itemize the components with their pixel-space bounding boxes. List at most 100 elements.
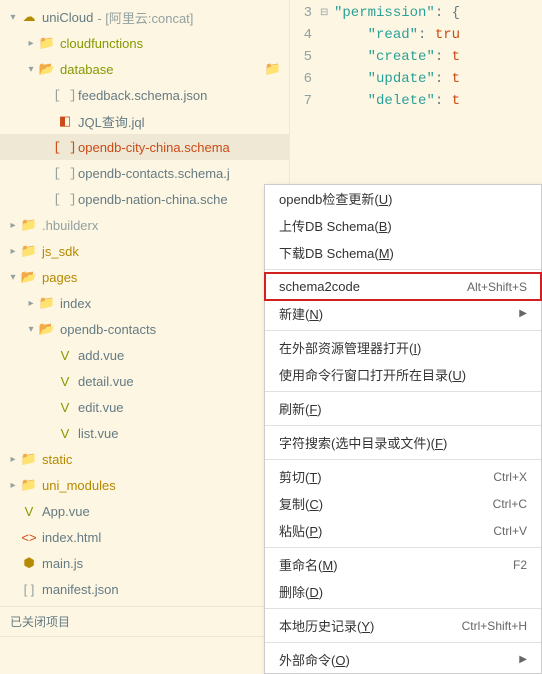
tree-item-selected[interactable]: [ ] opendb-city-china.schema: [0, 134, 289, 160]
tree-label: database: [60, 62, 114, 77]
tree-item[interactable]: V detail.vue: [0, 368, 289, 394]
menu-item[interactable]: 使用命令行窗口打开所在目录(U): [265, 361, 541, 388]
chevron-right-icon: ▸: [6, 246, 20, 257]
tree-item[interactable]: [ ] opendb-nation-china.sche: [0, 186, 289, 212]
tree-label: pages: [42, 270, 77, 285]
menu-item[interactable]: 上传DB Schema(B): [265, 212, 541, 239]
tree-label: cloudfunctions: [60, 36, 143, 51]
line-number: 5: [290, 49, 320, 65]
menu-separator: [265, 330, 541, 331]
tree-item[interactable]: ▾ 📂 opendb-contacts: [0, 316, 289, 342]
menu-separator: [265, 459, 541, 460]
fold-icon[interactable]: ⊟: [320, 7, 334, 19]
folder-icon: 📁: [38, 35, 56, 51]
menu-item-label: 使用命令行窗口打开所在目录(U): [279, 365, 466, 384]
menu-item-label: 字符搜索(选中目录或文件)(F): [279, 433, 447, 452]
menu-item[interactable]: 复制(C) Ctrl+C: [265, 490, 541, 517]
menu-item[interactable]: 在外部资源管理器打开(I): [265, 334, 541, 361]
chevron-right-icon: ▸: [6, 454, 20, 465]
tree-item[interactable]: V edit.vue: [0, 394, 289, 420]
tree-item[interactable]: [ ] opendb-contacts.schema.j: [0, 160, 289, 186]
menu-item[interactable]: 外部命令(O)▶: [265, 646, 541, 673]
menu-item[interactable]: 粘贴(P)Ctrl+V: [265, 517, 541, 544]
tree-label: JQL查询.jql: [78, 112, 144, 131]
tree-label: opendb-city-china.schema: [78, 140, 230, 155]
tree-item[interactable]: ▸ 📁 uni_modules: [0, 472, 289, 498]
menu-shortcut: Ctrl+Shift+H: [462, 619, 527, 633]
tree-root-extra: - [阿里云:concat]: [97, 8, 193, 27]
tree-item[interactable]: <> index.html: [0, 524, 289, 550]
tree-label: opendb-nation-china.sche: [78, 192, 228, 207]
tree-item[interactable]: [ ] feedback.schema.json: [0, 82, 289, 108]
menu-item[interactable]: 刷新(F): [265, 395, 541, 422]
tree-label: js_sdk: [42, 244, 79, 259]
menu-item-label: 复制(C): [279, 494, 323, 513]
tree-item[interactable]: ⬢ main.js: [0, 550, 289, 576]
tree-item[interactable]: ▸ 📁 js_sdk: [0, 238, 289, 264]
folder-icon: 📁: [38, 295, 56, 311]
chevron-down-icon: ▾: [24, 64, 38, 75]
menu-item[interactable]: schema2code Alt+Shift+S: [265, 273, 541, 300]
pin-icon: 📁: [265, 61, 281, 77]
tree-label: uniCloud: [42, 10, 93, 25]
menu-item-label: 在外部资源管理器打开(I): [279, 338, 421, 357]
line-number: 3: [290, 5, 320, 21]
menu-item-label: opendb检查更新(U): [279, 189, 392, 208]
chevron-down-icon: ▾: [6, 272, 20, 283]
tree-label: static: [42, 452, 72, 467]
closed-projects-label[interactable]: 已关闭项目: [0, 606, 289, 636]
folder-open-icon: 📂: [38, 61, 56, 77]
tree-item[interactable]: [ ] manifest.json: [0, 576, 289, 602]
menu-item[interactable]: 新建(N) ▶: [265, 300, 541, 327]
menu-item-label: 下载DB Schema(M): [279, 243, 394, 262]
menu-shortcut: F2: [513, 558, 527, 572]
chevron-right-icon: ▸: [24, 38, 38, 49]
submenu-arrow-icon: ▶: [519, 308, 527, 319]
menu-separator: [265, 608, 541, 609]
tree-item[interactable]: ▾ 📂 database 📁: [0, 56, 289, 82]
folder-open-icon: 📂: [20, 269, 38, 285]
submenu-arrow-icon: ▶: [519, 654, 527, 665]
html-file-icon: <>: [20, 530, 38, 545]
menu-shortcut: Ctrl+C: [493, 497, 527, 511]
tree-label: feedback.schema.json: [78, 88, 207, 103]
tree-label: add.vue: [78, 348, 124, 363]
json-file-icon: [ ]: [56, 166, 74, 181]
tree-item[interactable]: ▾ 📂 pages: [0, 264, 289, 290]
tree-root[interactable]: ▾ ☁ uniCloud - [阿里云:concat]: [0, 4, 289, 30]
tree-item[interactable]: V App.vue: [0, 498, 289, 524]
menu-item[interactable]: opendb检查更新(U): [265, 185, 541, 212]
menu-item[interactable]: 本地历史记录(Y) Ctrl+Shift+H: [265, 612, 541, 639]
menu-item[interactable]: 字符搜索(选中目录或文件)(F): [265, 429, 541, 456]
tree-label: index.html: [42, 530, 101, 545]
json-file-icon: [ ]: [56, 192, 74, 207]
menu-item-label: schema2code: [279, 279, 360, 294]
menu-item[interactable]: 剪切(T)Ctrl+X: [265, 463, 541, 490]
line-number: 4: [290, 27, 320, 43]
file-tree: ▾ ☁ uniCloud - [阿里云:concat] ▸ 📁 cloudfun…: [0, 0, 289, 606]
menu-shortcut: Alt+Shift+S: [467, 280, 527, 294]
tree-item[interactable]: ▸ 📁 cloudfunctions: [0, 30, 289, 56]
json-file-icon: [ ]: [56, 88, 74, 103]
vue-file-icon: V: [20, 504, 38, 519]
tree-item[interactable]: ▸ 📁 index: [0, 290, 289, 316]
tree-label: detail.vue: [78, 374, 134, 389]
tree-item[interactable]: V add.vue: [0, 342, 289, 368]
menu-item[interactable]: 删除(D): [265, 578, 541, 605]
menu-item-label: 本地历史记录(Y): [279, 616, 374, 635]
tree-label: .hbuilderx: [42, 218, 98, 233]
menu-item[interactable]: 下载DB Schema(M): [265, 239, 541, 266]
folder-open-icon: 📂: [38, 321, 56, 337]
tree-item[interactable]: ▸ 📁 static: [0, 446, 289, 472]
tree-item[interactable]: ▸ 📁 .hbuilderx: [0, 212, 289, 238]
tree-item[interactable]: V list.vue: [0, 420, 289, 446]
tree-item[interactable]: ◧ JQL查询.jql: [0, 108, 289, 134]
tree-label: index: [60, 296, 91, 311]
chevron-down-icon: ▾: [24, 324, 38, 335]
cloud-folder-icon: ☁: [20, 9, 38, 25]
chevron-right-icon: ▸: [24, 298, 38, 309]
menu-item[interactable]: 重命名(M)F2: [265, 551, 541, 578]
context-menu: opendb检查更新(U) 上传DB Schema(B) 下载DB Schema(M…: [264, 184, 542, 674]
tree-label: list.vue: [78, 426, 118, 441]
menu-item-label: 新建(N): [279, 304, 323, 323]
